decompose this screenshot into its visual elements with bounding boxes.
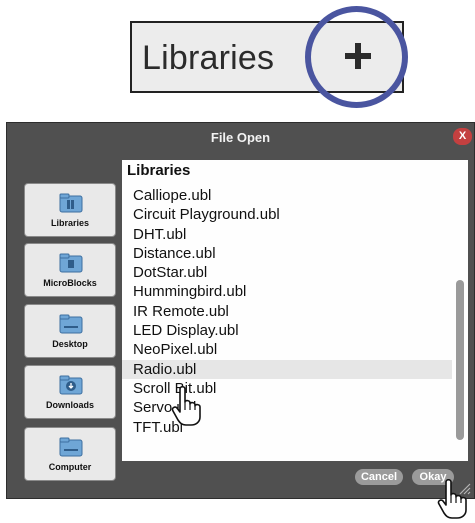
dialog-titlebar[interactable]: File Open X — [7, 123, 474, 153]
computer-folder-icon — [59, 437, 83, 457]
folder-heading: Libraries — [127, 162, 191, 179]
list-item-selected[interactable]: Radio.ubl — [122, 359, 452, 379]
location-libraries[interactable]: Libraries — [24, 183, 116, 237]
list-item[interactable]: Hummingbird.ubl — [122, 282, 452, 301]
location-microblocks[interactable]: MicroBlocks — [24, 243, 116, 297]
location-label: Desktop — [52, 339, 88, 349]
list-item[interactable]: Circuit Playground.ubl — [122, 205, 452, 224]
list-item[interactable]: Calliope.ubl — [122, 186, 452, 205]
list-item[interactable]: IR Remote.ubl — [122, 302, 452, 321]
location-label: MicroBlocks — [43, 278, 97, 288]
desktop-folder-icon — [59, 314, 83, 334]
location-desktop[interactable]: Desktop — [24, 304, 116, 358]
list-item[interactable]: DotStar.ubl — [122, 263, 452, 282]
list-item[interactable]: Distance.ubl — [122, 244, 452, 263]
scrollbar[interactable] — [456, 280, 464, 440]
close-button[interactable]: X — [453, 128, 472, 145]
list-item[interactable]: DHT.ubl — [122, 225, 452, 244]
location-label: Computer — [48, 462, 92, 472]
cancel-button[interactable]: Cancel — [355, 469, 403, 485]
hand-cursor-icon — [437, 478, 467, 519]
list-item[interactable]: LED Display.ubl — [122, 321, 452, 340]
list-item[interactable]: NeoPixel.ubl — [122, 340, 452, 359]
hand-cursor-icon — [171, 385, 201, 426]
location-downloads[interactable]: Downloads — [24, 365, 116, 419]
file-open-dialog: File Open X Libraries MicroBlocks Deskto… — [6, 122, 475, 499]
downloads-folder-icon — [59, 375, 83, 395]
location-label: Libraries — [50, 218, 90, 228]
highlight-circle — [305, 6, 408, 108]
dialog-title: File Open — [210, 130, 271, 145]
location-label: Downloads — [45, 400, 94, 410]
library-folder-icon — [59, 193, 83, 213]
location-computer[interactable]: Computer — [24, 427, 116, 481]
microblocks-folder-icon — [59, 253, 83, 273]
libraries-label: Libraries — [142, 39, 275, 77]
